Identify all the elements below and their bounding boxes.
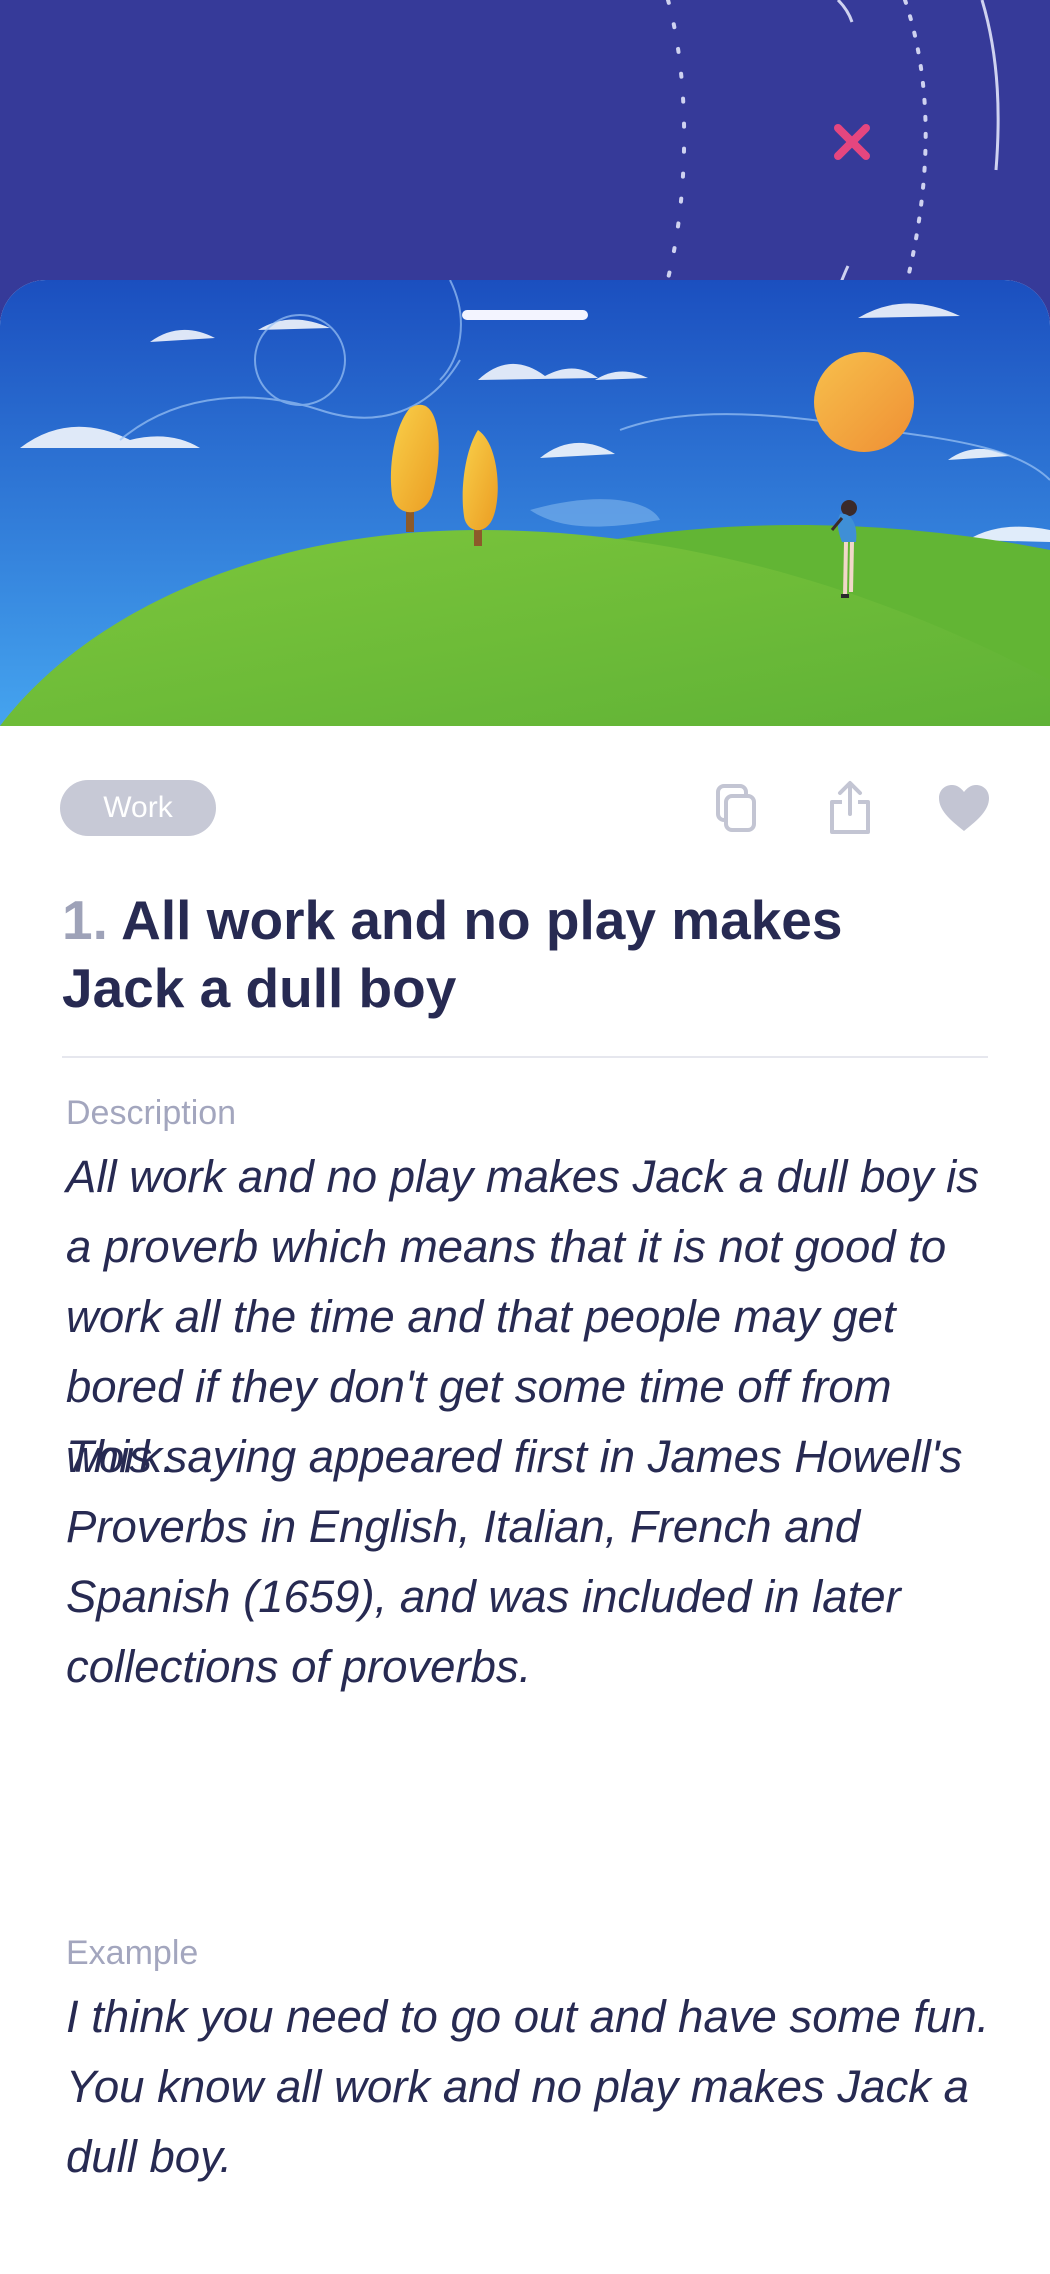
- example-label: Example: [66, 1934, 199, 1972]
- share-button[interactable]: [818, 776, 882, 840]
- hero-illustration: [0, 280, 1050, 726]
- share-icon: [830, 781, 870, 834]
- proverb-card-sheet: Work 1. All work and no play makes Jack …: [0, 280, 1050, 2274]
- decorative-orbit-lines: [663, 0, 1000, 292]
- close-button[interactable]: [822, 112, 882, 172]
- description-label: Description: [66, 1094, 237, 1132]
- heart-icon: [939, 785, 989, 831]
- top-background: [0, 0, 1050, 300]
- favorite-button[interactable]: [932, 776, 996, 840]
- example-text: I think you need to go out and have some…: [66, 1991, 990, 2182]
- divider: [62, 1056, 988, 1058]
- close-x-icon: [834, 124, 870, 160]
- category-tag[interactable]: Work: [60, 780, 216, 836]
- card-actions: [704, 776, 996, 840]
- proverb-title-text: All work and no play makes Jack a dull b…: [62, 889, 843, 1019]
- copy-icon: [716, 784, 756, 832]
- proverb-number: 1.: [62, 889, 108, 951]
- sun: [814, 352, 914, 452]
- drag-handle[interactable]: [462, 310, 588, 320]
- proverb-title: 1. All work and no play makes Jack a dul…: [62, 886, 962, 1022]
- copy-button[interactable]: [704, 776, 768, 840]
- description-paragraph-2: This saying appeared first in James Howe…: [66, 1431, 963, 1692]
